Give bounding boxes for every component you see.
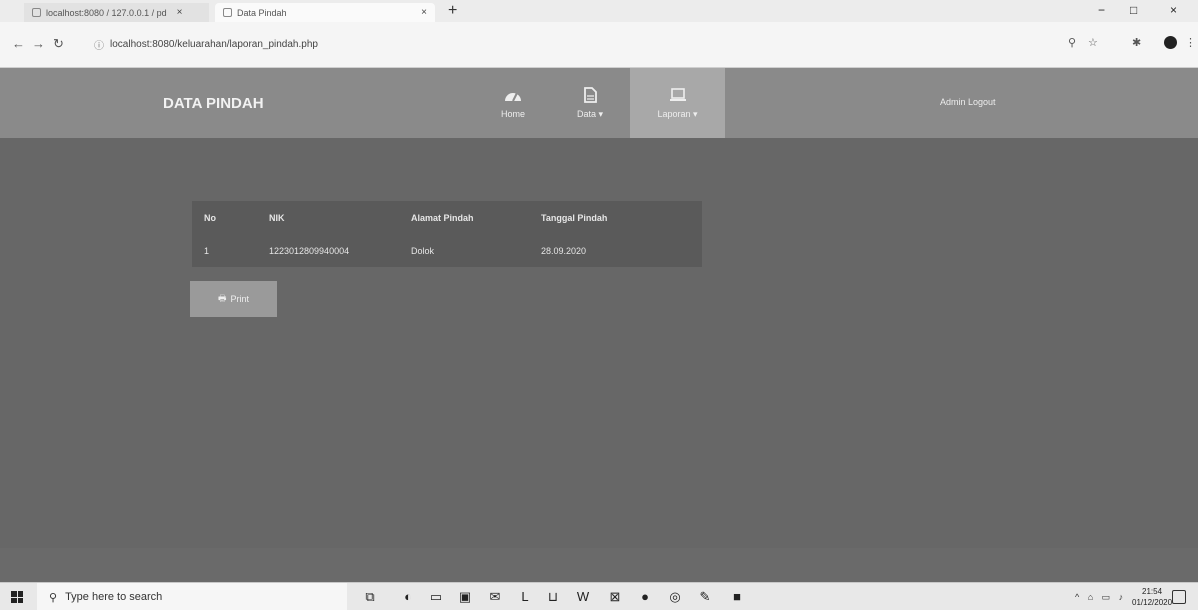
column-header-alamat-pindah: Alamat Pindah	[411, 212, 474, 223]
windows-taskbar: ⚲ Type here to search ⧉ ◐ ▭ ▣ ✉ L ⊔ W ⊠ …	[0, 582, 1198, 610]
nav-item-label: Laporan ▾	[657, 108, 698, 119]
printer-icon: 🖶	[217, 293, 227, 303]
system-tray-icons[interactable]: ^ ⌂ ▭ ♪	[1075, 592, 1126, 603]
minimize-button[interactable]: −	[1098, 3, 1105, 17]
paint-icon[interactable]: ✎	[697, 589, 713, 605]
print-button[interactable]: 🖶 Print	[190, 281, 277, 317]
maximize-button[interactable]: □	[1130, 3, 1137, 17]
chrome-icon[interactable]: ●	[637, 589, 653, 605]
tab-title: localhost:8080 / 127.0.0.1 / pd	[46, 7, 167, 18]
table-row: 1 1223012809940004 Dolok 28.09.2020	[192, 234, 702, 267]
cell-nik: 1223012809940004	[269, 245, 350, 256]
document-icon	[584, 86, 597, 103]
pindah-table: No NIK Alamat Pindah Tanggal Pindah 1 12…	[192, 201, 702, 267]
store-icon[interactable]: ▣	[457, 589, 473, 605]
column-header-nik: NIK	[269, 212, 285, 223]
search-icon: ⚲	[49, 591, 58, 604]
page-favicon-icon	[223, 8, 232, 17]
brand-title[interactable]: DATA PINDAH	[163, 95, 264, 112]
app-l-icon[interactable]: L	[517, 589, 533, 605]
mail-icon[interactable]: ✉	[487, 589, 503, 605]
extensions-icon[interactable]: ✱	[1132, 36, 1141, 49]
column-header-tanggal-pindah: Tanggal Pindah	[541, 212, 608, 223]
browser-toolbar: ← → ↻ ⓘ localhost:8080/keluarahan/lapora…	[0, 22, 1198, 68]
cell-no: 1	[204, 245, 210, 256]
search-icon[interactable]: ⚲	[1068, 36, 1076, 49]
camera-icon[interactable]: ◎	[667, 589, 683, 605]
nav-item-laporan[interactable]: Laporan ▾	[630, 68, 725, 138]
laptop-icon	[669, 87, 686, 101]
close-tab-icon[interactable]: ×	[421, 7, 427, 18]
nav-item-label: Data ▾	[576, 108, 604, 119]
cell-tanggal-pindah: 28.09.2020	[541, 245, 587, 256]
clock-time: 21:54	[1142, 587, 1163, 596]
tab-title: Data Pindah	[237, 7, 287, 18]
xampp-icon[interactable]: ⊔	[545, 589, 561, 605]
taskbar-search-box[interactable]: ⚲ Type here to search	[37, 583, 347, 610]
print-button-label: Print	[230, 294, 249, 304]
forward-arrow-icon[interactable]: →	[32, 36, 45, 51]
admin-logout-link[interactable]: Admin Logout	[940, 97, 996, 107]
address-bar[interactable]: ⓘ localhost:8080/keluarahan/laporan_pind…	[80, 32, 1045, 56]
column-header-no: No	[204, 212, 216, 223]
nav-item-label: Home	[500, 109, 525, 119]
windows-start-icon[interactable]	[11, 591, 23, 603]
reload-icon[interactable]: ↻	[53, 36, 64, 52]
search-placeholder: Type here to search	[65, 591, 163, 603]
phpmyadmin-favicon-icon	[32, 8, 41, 17]
app-navbar: DATA PINDAH Home Data ▾ Laporan ▾ Admin …	[0, 68, 1198, 138]
excel-icon[interactable]: ⊠	[607, 589, 623, 605]
word-icon[interactable]: W	[575, 589, 591, 605]
nav-item-home[interactable]: Home	[488, 68, 538, 138]
sublime-icon[interactable]: ■	[729, 589, 745, 605]
site-info-icon[interactable]: ⓘ	[94, 37, 104, 52]
close-tab-icon[interactable]: ×	[177, 7, 183, 18]
profile-avatar-icon[interactable]	[1164, 36, 1177, 49]
clock-date: 01/12/2020	[1132, 598, 1173, 607]
new-tab-button[interactable]: +	[448, 2, 457, 20]
bookmark-star-icon[interactable]: ☆	[1088, 36, 1098, 49]
cell-alamat-pindah: Dolok	[411, 245, 435, 256]
task-view-icon[interactable]: ⧉	[362, 589, 378, 605]
dashboard-icon	[505, 92, 521, 102]
file-explorer-icon[interactable]: ▭	[428, 589, 444, 605]
back-arrow-icon[interactable]: ←	[12, 36, 25, 51]
table-header-row: No NIK Alamat Pindah Tanggal Pindah	[192, 201, 702, 234]
nav-item-data[interactable]: Data ▾	[565, 68, 615, 138]
close-window-button[interactable]: ×	[1170, 3, 1177, 17]
url-text: localhost:8080/keluarahan/laporan_pindah…	[110, 38, 318, 50]
notification-icon[interactable]	[1172, 590, 1186, 604]
browser-menu-icon[interactable]: ⋮	[1185, 36, 1196, 49]
edge-browser-icon[interactable]: ◐	[400, 589, 416, 605]
browser-tab-bar: localhost:8080 / 127.0.0.1 / pd × Data P…	[0, 0, 1198, 22]
taskbar-clock[interactable]: 21:54 01/12/2020	[1132, 586, 1172, 608]
browser-tab-phpmyadmin[interactable]: localhost:8080 / 127.0.0.1 / pd ×	[24, 3, 209, 22]
browser-tab-data-pindah[interactable]: Data Pindah ×	[215, 3, 435, 22]
main-content: No NIK Alamat Pindah Tanggal Pindah 1 12…	[0, 138, 1198, 548]
